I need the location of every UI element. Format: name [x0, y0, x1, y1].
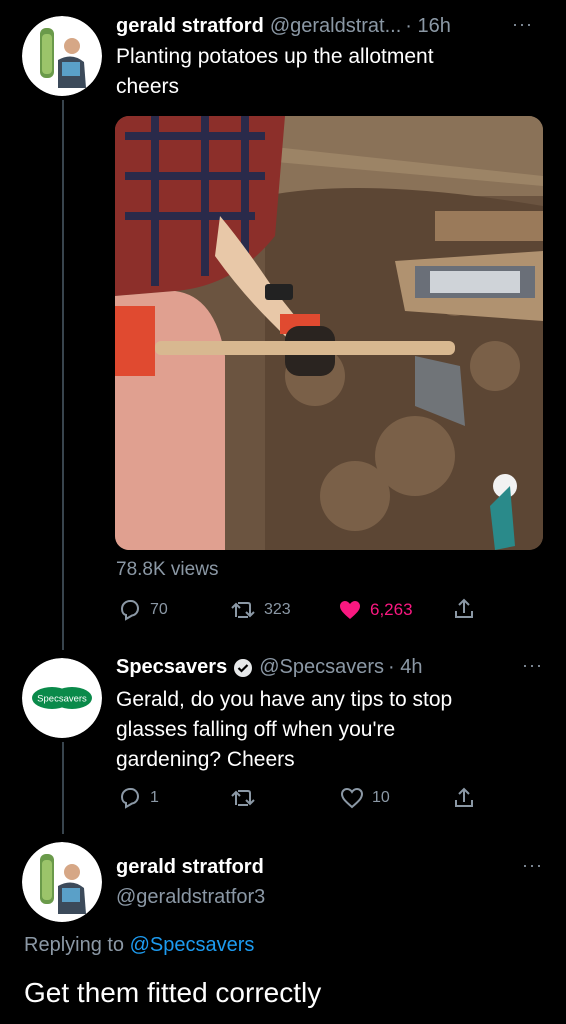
- reply-icon: [120, 600, 140, 621]
- author-name[interactable]: gerald stratford: [116, 15, 264, 38]
- retweet-count: 323: [264, 601, 291, 618]
- share-icon: [455, 787, 473, 807]
- retweet-button[interactable]: [230, 786, 256, 810]
- share-icon: [455, 598, 473, 618]
- author-handle[interactable]: @Specsavers: [259, 656, 384, 679]
- retweet-button[interactable]: 323: [230, 598, 291, 622]
- share-button[interactable]: [452, 786, 476, 810]
- author-handle[interactable]: @geraldstratfor3: [116, 886, 265, 909]
- replying-to-link[interactable]: @Specsavers: [130, 934, 255, 956]
- retweet-icon: [231, 602, 255, 618]
- verified-badge-icon: [234, 658, 253, 677]
- tweet-header: gerald stratford: [116, 856, 264, 879]
- tweet-text-line: cheers: [116, 75, 180, 98]
- avatar[interactable]: [22, 16, 102, 96]
- tweet-video[interactable]: [115, 116, 543, 550]
- tweet-text: Planting potatoes up the allotment cheer…: [116, 42, 434, 102]
- avatar[interactable]: [22, 842, 102, 922]
- more-icon[interactable]: ···: [522, 855, 543, 876]
- replying-prefix: Replying to: [24, 934, 125, 956]
- heart-icon: [340, 601, 360, 619]
- thread-line-2: [62, 742, 64, 834]
- reply-count: 1: [150, 789, 159, 806]
- tweet-text-line: gardening? Cheers: [116, 748, 295, 771]
- like-count: 10: [372, 789, 390, 806]
- video-frame: [115, 116, 543, 550]
- author-handle-row: @geraldstratfor3: [116, 886, 265, 909]
- heart-icon: [340, 787, 364, 809]
- tweet-header: Specsavers @Specsavers · 4h: [116, 656, 422, 679]
- like-button[interactable]: 6,263: [338, 598, 413, 622]
- tweet-text-line: Planting potatoes up the allotment: [116, 45, 434, 68]
- reply-icon: [120, 788, 140, 809]
- tweet-header: gerald stratford @geraldstrat... · 16h: [116, 15, 451, 38]
- author-name[interactable]: Specsavers: [116, 656, 227, 679]
- avatar[interactable]: Specsavers: [22, 658, 102, 738]
- tweet-text: Gerald, do you have any tips to stop gla…: [116, 685, 452, 775]
- view-count: 78.8K views: [116, 559, 219, 580]
- tweet-time[interactable]: · 4h: [388, 656, 422, 679]
- author-handle[interactable]: @geraldstrat...: [270, 15, 401, 38]
- more-icon[interactable]: ···: [512, 14, 533, 35]
- like-button[interactable]: 10: [340, 786, 390, 810]
- tweet-text-line: glasses falling off when you're: [116, 718, 396, 741]
- tweet-text-line: Gerald, do you have any tips to stop: [116, 688, 453, 711]
- reply-count: 70: [150, 601, 168, 618]
- specsavers-logo-text: Specsavers: [37, 694, 87, 705]
- replying-to: Replying to @Specsavers: [24, 934, 254, 957]
- tweet-text: Get them fitted correctly: [24, 977, 322, 1008]
- author-name[interactable]: gerald stratford: [116, 856, 264, 879]
- like-count: 6,263: [370, 600, 413, 619]
- reply-button[interactable]: 1: [118, 786, 159, 810]
- more-icon[interactable]: ···: [522, 655, 543, 676]
- share-button[interactable]: [452, 597, 476, 621]
- reply-button[interactable]: 70: [118, 598, 168, 622]
- retweet-icon: [231, 790, 255, 806]
- tweet-time[interactable]: · 16h: [405, 15, 451, 38]
- thread-line-1: [62, 100, 64, 650]
